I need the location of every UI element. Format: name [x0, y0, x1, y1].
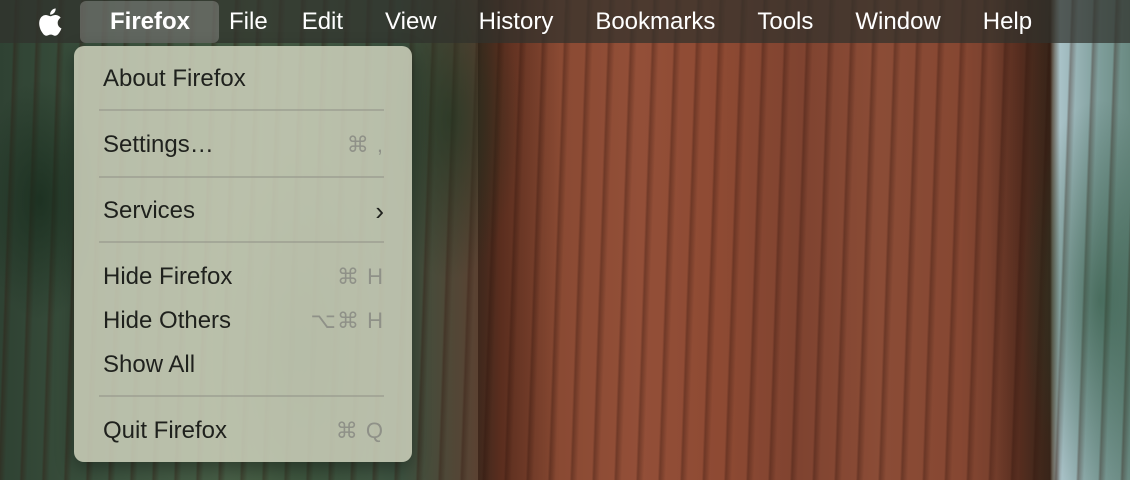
menu-separator — [99, 176, 384, 178]
menu-item-hide-firefox[interactable]: Hide Firefox ⌘ H — [74, 256, 412, 298]
menu-item-label: Settings… — [103, 131, 214, 158]
menu-separator — [99, 109, 384, 111]
menu-item-quit-firefox[interactable]: Quit Firefox ⌘ Q — [74, 410, 412, 452]
menu-item-label: Hide Firefox — [103, 263, 233, 290]
firefox-app-menu: About Firefox Settings… ⌘ , Services › H… — [74, 46, 412, 462]
menu-item-label: Show All — [103, 351, 196, 378]
menu-item-label: About Firefox — [103, 65, 246, 92]
menu-tools[interactable]: Tools — [736, 0, 834, 43]
menu-item-about-firefox[interactable]: About Firefox — [74, 58, 412, 100]
menu-item-show-all[interactable]: Show All — [74, 344, 412, 386]
menu-view[interactable]: View — [364, 0, 458, 43]
apple-icon — [39, 7, 62, 36]
menu-firefox[interactable]: Firefox — [80, 1, 220, 43]
keyboard-shortcut: ⌘ H — [337, 264, 384, 289]
menu-separator — [99, 395, 384, 397]
menu-window[interactable]: Window — [834, 0, 961, 43]
keyboard-shortcut: ⌘ Q — [335, 418, 384, 443]
menu-help[interactable]: Help — [962, 0, 1048, 43]
menu-bar: Firefox File Edit View History Bookmarks… — [0, 0, 1130, 43]
menu-item-label: Quit Firefox — [103, 417, 228, 444]
menu-item-settings[interactable]: Settings… ⌘ , — [74, 124, 412, 166]
chevron-right-icon: › — [375, 195, 384, 226]
apple-logo-icon[interactable] — [32, 5, 66, 39]
menu-item-label: Hide Others — [103, 307, 232, 334]
menu-bookmarks[interactable]: Bookmarks — [574, 0, 736, 43]
menu-file[interactable]: File — [219, 0, 280, 43]
menu-separator — [99, 241, 384, 243]
keyboard-shortcut: ⌘ , — [346, 132, 384, 157]
menu-history[interactable]: History — [458, 0, 575, 43]
menu-item-services[interactable]: Services › — [74, 190, 412, 232]
menu-item-label: Services — [103, 197, 196, 224]
keyboard-shortcut: ⌥⌘ H — [310, 308, 384, 333]
menu-edit[interactable]: Edit — [280, 0, 364, 43]
menu-item-hide-others[interactable]: Hide Others ⌥⌘ H — [74, 300, 412, 342]
